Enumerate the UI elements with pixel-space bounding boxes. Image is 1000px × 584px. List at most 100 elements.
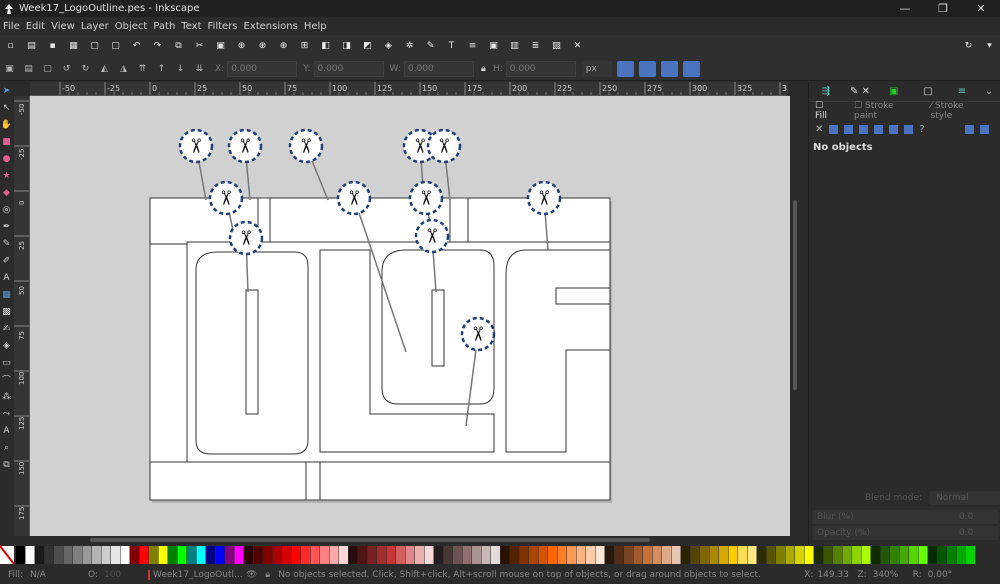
flip-v-icon[interactable]: ◮: [117, 62, 130, 75]
open-icon[interactable]: ▤: [25, 40, 38, 53]
palette-swatch[interactable]: [63, 546, 73, 564]
vertical-scrollbar[interactable]: [790, 96, 800, 536]
dock-menu-chevron-icon[interactable]: ⌄: [979, 86, 999, 97]
palette-swatch[interactable]: [738, 546, 747, 564]
select-all-icon[interactable]: ▣: [3, 62, 16, 75]
palette-swatch[interactable]: [424, 546, 434, 564]
palette-swatch[interactable]: [301, 546, 310, 564]
palette-swatch[interactable]: [956, 546, 966, 564]
xml-editor-icon[interactable]: ▣: [487, 40, 500, 53]
palette-swatch[interactable]: [529, 546, 538, 564]
duplicate-icon[interactable]: ◧: [319, 40, 332, 53]
pen-tool-icon[interactable]: ✒: [0, 218, 13, 235]
lower-bottom-icon[interactable]: ⇊: [193, 62, 206, 75]
palette-swatch[interactable]: [814, 546, 823, 564]
palette-swatch[interactable]: [92, 546, 101, 564]
paste-icon[interactable]: ▣: [214, 40, 227, 53]
palette-swatch[interactable]: [367, 546, 377, 564]
text-font-icon[interactable]: T: [445, 40, 458, 53]
zoom-drawing-icon[interactable]: ⊕: [256, 40, 269, 53]
rotation-value[interactable]: 0.00°: [928, 570, 953, 580]
w-input[interactable]: [403, 60, 474, 77]
fill-rule-nonzero-icon[interactable]: [979, 124, 989, 134]
copy-icon[interactable]: ⧉: [172, 40, 185, 53]
opacity-status-input[interactable]: 100: [104, 570, 134, 580]
align-icon[interactable]: ▥: [508, 40, 521, 53]
subtab-stroke-style[interactable]: ⁄ Stroke style: [931, 101, 990, 121]
palette-swatch[interactable]: [842, 546, 852, 564]
radial-gradient-icon[interactable]: [859, 124, 869, 134]
subtab-stroke-paint[interactable]: ☐ Stroke paint: [854, 101, 920, 121]
palette-swatch[interactable]: [586, 546, 595, 564]
calligraphy-tool-icon[interactable]: ✐: [0, 252, 13, 269]
zoom-tool-icon[interactable]: ⌕: [0, 439, 13, 456]
menu-filters[interactable]: Filters: [205, 21, 241, 32]
palette-swatch[interactable]: [728, 546, 738, 564]
raise-icon[interactable]: ↑: [155, 62, 168, 75]
fill-rule-evenodd-icon[interactable]: [964, 124, 974, 134]
palette-swatch[interactable]: [747, 546, 757, 564]
tab-fill-stroke-icon[interactable]: ✎ ✕: [843, 86, 877, 97]
rect-tool-icon[interactable]: ■: [0, 133, 13, 150]
flat-color-icon[interactable]: [829, 124, 839, 134]
cut-icon[interactable]: ✂: [193, 40, 206, 53]
palette-swatch[interactable]: [510, 546, 519, 564]
palette-swatch[interactable]: [73, 546, 82, 564]
eraser-tool-icon[interactable]: ▭: [0, 354, 13, 371]
pattern-icon[interactable]: [889, 124, 899, 134]
palette-swatch[interactable]: [880, 546, 890, 564]
palette-swatch[interactable]: [310, 546, 320, 564]
import-icon[interactable]: ▢: [88, 40, 101, 53]
select-all-layers-icon[interactable]: ▤: [22, 62, 35, 75]
zoom-page-icon[interactable]: ⊕: [277, 40, 290, 53]
palette-swatch[interactable]: [500, 546, 510, 564]
palette-swatch[interactable]: [576, 546, 586, 564]
menu-text[interactable]: Text: [178, 21, 204, 32]
layer-visibility-icon[interactable]: 👁︎: [246, 570, 257, 580]
palette-swatch[interactable]: [282, 546, 291, 564]
palette-swatch[interactable]: [605, 546, 614, 564]
palette-swatch[interactable]: [823, 546, 833, 564]
palette-swatch[interactable]: [206, 546, 215, 564]
palette-swatch[interactable]: [443, 546, 453, 564]
pencil-tool-icon[interactable]: ✎: [0, 235, 13, 252]
deselect-icon[interactable]: ▢: [41, 62, 54, 75]
palette-swatch[interactable]: [16, 546, 25, 564]
scale-stroke-toggle[interactable]: [616, 60, 634, 77]
palette-swatch[interactable]: [643, 546, 652, 564]
palette-swatch[interactable]: [538, 546, 548, 564]
menu-help[interactable]: Help: [301, 21, 330, 32]
gradient-tool-icon[interactable]: ▦: [0, 286, 13, 303]
palette-swatch[interactable]: [909, 546, 918, 564]
palette-swatch[interactable]: [111, 546, 120, 564]
maximize-button[interactable]: ❐: [924, 0, 962, 17]
palette-swatch[interactable]: [709, 546, 719, 564]
close-button[interactable]: ✕: [962, 0, 1000, 17]
palette-swatch[interactable]: [719, 546, 728, 564]
menu-layer[interactable]: Layer: [78, 21, 112, 32]
palette-swatch[interactable]: [415, 546, 424, 564]
palette-swatch[interactable]: [215, 546, 225, 564]
palette-swatch[interactable]: [928, 546, 937, 564]
unlink-clone-icon[interactable]: ◩: [361, 40, 374, 53]
palette-swatch[interactable]: [225, 546, 234, 564]
pages-tool-icon[interactable]: ⧉: [0, 456, 13, 473]
swatch-icon[interactable]: [904, 124, 914, 134]
linear-gradient-icon[interactable]: [844, 124, 854, 134]
palette-swatch[interactable]: [548, 546, 557, 564]
measure-tool-icon[interactable]: A: [0, 422, 13, 439]
palette-swatch[interactable]: [833, 546, 842, 564]
no-paint-swatch[interactable]: [0, 545, 15, 565]
palette-swatch[interactable]: [44, 546, 54, 564]
unset-paint-icon[interactable]: ?: [919, 124, 924, 135]
horizontal-scrollbar[interactable]: [30, 536, 790, 544]
blur-value[interactable]: 0.0: [959, 512, 973, 522]
palette-swatch[interactable]: [681, 546, 690, 564]
palette-swatch[interactable]: [462, 546, 472, 564]
menu-extensions[interactable]: Extensions: [241, 21, 301, 32]
snap-toggle-icon[interactable]: ↻: [962, 40, 975, 53]
blend-mode-select[interactable]: Normal: [930, 491, 1000, 505]
tab-document-icon[interactable]: ▢: [911, 86, 945, 97]
palette-swatch[interactable]: [196, 546, 206, 564]
rotate-cw-icon[interactable]: ↻: [79, 62, 92, 75]
